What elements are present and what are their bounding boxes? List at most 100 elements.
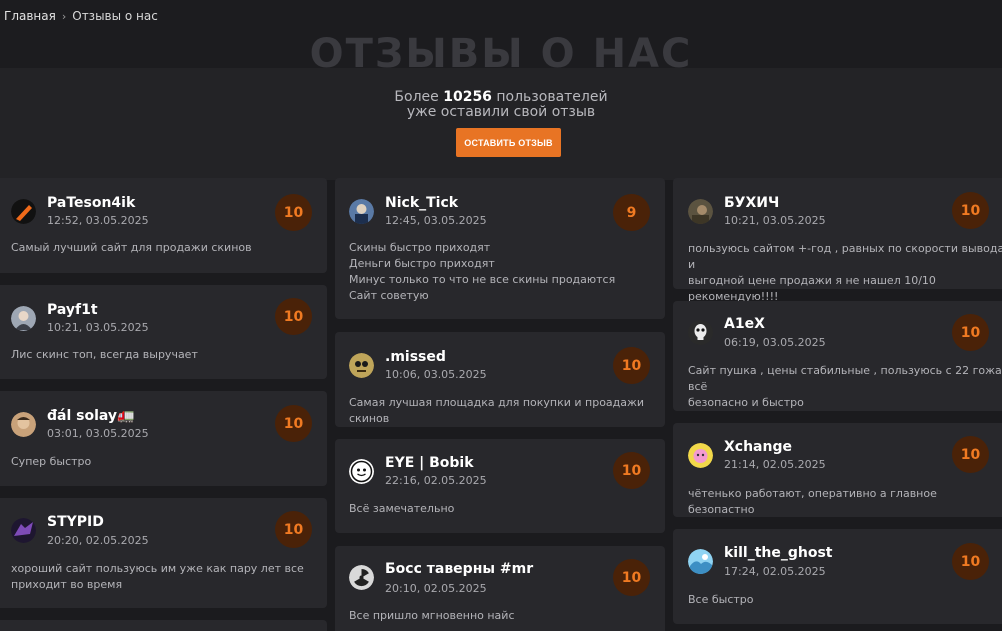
reviewer-name[interactable]: STYPID — [47, 514, 104, 530]
person-avatar-icon — [11, 306, 36, 331]
white-ghost-avatar-icon — [349, 459, 374, 484]
review-text-line: Супер быстро — [11, 455, 92, 468]
review-text: Супер быстро — [11, 454, 91, 470]
review-date: 20:20, 02.05.2025 — [47, 534, 149, 547]
chevron-right-icon: › — [61, 9, 67, 23]
rating-badge: 10 — [275, 298, 312, 335]
review-text: чётенько работают, оперативно а главное … — [688, 486, 1002, 518]
reviewer-name[interactable]: đál solay🚛 — [47, 408, 134, 424]
summary-line2: уже оставили свой отзыв — [406, 104, 596, 120]
soldier-avatar-icon — [688, 199, 713, 224]
review-card — [0, 620, 327, 631]
review-card: Xchange 21:14, 02.05.2025 10 чётенько ра… — [673, 423, 1002, 517]
review-text-line: Все пришло мгновенно найс — [349, 609, 515, 622]
review-text-line: хороший сайт пользуюсь им уже как пару л… — [11, 562, 304, 575]
reviewer-name[interactable]: Nick_Tick — [385, 195, 458, 211]
review-text-line: Минус только то что не все скины продают… — [349, 273, 616, 286]
reviewer-name[interactable]: PaTeson4ik — [47, 195, 135, 211]
breadcrumb: Главная › Отзывы о нас — [4, 9, 158, 23]
rating-badge: 10 — [613, 452, 650, 489]
review-text: Все пришло мгновенно найс — [349, 608, 515, 624]
review-card: Nick_Tick 12:45, 03.05.2025 9 Скины быст… — [335, 178, 665, 319]
review-date: 10:06, 03.05.2025 — [385, 368, 487, 381]
hero-panel: Более 10256 пользователей уже оставили с… — [0, 68, 1002, 180]
review-text-line: Скины быстро приходят — [349, 241, 491, 254]
review-card: PaTeson4ik 12:52, 03.05.2025 10 Самый лу… — [0, 178, 327, 273]
review-text: Скины быстро приходят Деньги быстро прих… — [349, 240, 615, 304]
review-date: 20:10, 02.05.2025 — [385, 582, 487, 595]
review-text-line: Самая лучшая площадка для покупки и проа… — [349, 396, 645, 425]
review-date: 21:14, 02.05.2025 — [724, 458, 826, 471]
review-date: 06:19, 03.05.2025 — [724, 336, 826, 349]
page-title: ОТЗЫВЫ О НАС — [309, 31, 693, 77]
review-date: 22:16, 02.05.2025 — [385, 474, 487, 487]
rating-badge: 10 — [952, 314, 989, 351]
review-text: Всё замечательно — [349, 501, 454, 517]
review-text-line: приходит во время — [11, 578, 123, 591]
leave-review-button[interactable]: ОСТАВИТЬ ОТЗЫВ — [456, 128, 561, 157]
review-card: Payf1t 10:21, 03.05.2025 10 Лис скинс то… — [0, 285, 327, 379]
rating-badge: 10 — [275, 194, 312, 231]
review-card: STYPID 20:20, 02.05.2025 10 хороший сайт… — [0, 498, 327, 608]
reviewer-name[interactable]: Payf1t — [47, 302, 98, 318]
review-card: БУХИЧ 10:21, 03.05.2025 10 пользуюсь сай… — [673, 178, 1002, 303]
review-card: .missed 10:06, 03.05.2025 10 Самая лучша… — [335, 332, 665, 427]
review-text: пользуюсь сайтом +-год , равных по скоро… — [688, 241, 1002, 305]
reviewer-name[interactable]: A1eX — [724, 316, 765, 332]
review-text: хороший сайт пользуюсь им уже как пару л… — [11, 561, 304, 593]
review-date: 17:24, 02.05.2025 — [724, 565, 826, 578]
blue-landscape-avatar-icon — [688, 549, 713, 574]
review-text-line: пользуюсь сайтом +-год , равных по скоро… — [688, 242, 1002, 271]
summary-prefix: Более — [394, 89, 444, 105]
breadcrumb-current: Отзывы о нас — [72, 9, 158, 23]
review-text-line: Лис скинс топ, всегда выручает — [11, 348, 198, 361]
review-text: Сайт пушка , цены стабильные , пользуюсь… — [688, 363, 1002, 411]
review-text: Все быстро — [688, 592, 754, 608]
review-card: EYE | Bobik 22:16, 02.05.2025 10 Всё зам… — [335, 439, 665, 533]
summary-count: 10256 — [443, 89, 492, 105]
rating-badge: 9 — [613, 194, 650, 231]
pink-character-avatar-icon — [688, 443, 713, 468]
rating-badge: 10 — [952, 436, 989, 473]
face-avatar-icon — [11, 412, 36, 437]
reviewer-name[interactable]: Xchange — [724, 439, 792, 455]
review-text: Самая лучшая площадка для покупки и проа… — [349, 395, 665, 427]
review-date: 10:21, 03.05.2025 — [724, 214, 826, 227]
review-text: Лис скинс топ, всегда выручает — [11, 347, 198, 363]
rating-badge: 10 — [613, 559, 650, 596]
reviewer-name[interactable]: Босс таверны #mr — [385, 561, 533, 577]
rating-badge: 10 — [952, 192, 989, 229]
blue-figure-avatar-icon — [349, 199, 374, 224]
breadcrumb-home-link[interactable]: Главная — [4, 9, 56, 23]
review-card: Босс таверны #mr 20:10, 02.05.2025 10 Вс… — [335, 546, 665, 631]
review-text-line: Сайт пушка , цены стабильные , пользуюсь… — [688, 364, 1002, 393]
reviewer-name[interactable]: kill_the_ghost — [724, 545, 833, 561]
rating-badge: 10 — [275, 405, 312, 442]
review-text-line: чётенько работают, оперативно а главное … — [688, 487, 937, 516]
review-text-line: Самый лучший сайт для продажи скинов — [11, 241, 252, 254]
review-text: Самый лучший сайт для продажи скинов — [11, 240, 252, 256]
orange-stripe-avatar-icon — [11, 199, 36, 224]
rating-badge: 10 — [275, 511, 312, 548]
reviewer-name[interactable]: EYE | Bobik — [385, 455, 474, 471]
review-card: kill_the_ghost 17:24, 02.05.2025 10 Все … — [673, 529, 1002, 624]
review-text-line: Всё замечательно — [349, 502, 455, 515]
review-text-line: безопасно и быстро — [688, 396, 804, 409]
reviewer-name[interactable]: .missed — [385, 349, 446, 365]
yellow-creature-avatar-icon — [349, 353, 374, 378]
review-date: 12:45, 03.05.2025 — [385, 214, 487, 227]
review-text-line: Деньги быстро приходят — [349, 257, 495, 270]
rating-badge: 10 — [952, 543, 989, 580]
review-date: 10:21, 03.05.2025 — [47, 321, 149, 334]
skull-avatar-icon — [688, 320, 713, 345]
purple-creature-avatar-icon — [11, 518, 36, 543]
review-date: 03:01, 03.05.2025 — [47, 427, 149, 440]
review-card: đál solay🚛 03:01, 03.05.2025 10 Супер бы… — [0, 391, 327, 486]
summary-suffix: пользователей — [491, 89, 608, 105]
review-card: A1eX 06:19, 03.05.2025 10 Сайт пушка , ц… — [673, 301, 1002, 411]
reviews-summary: Более 10256 пользователей уже оставили с… — [0, 90, 1002, 120]
review-text-line: Все быстро — [688, 593, 754, 606]
radiation-avatar-icon — [349, 565, 374, 590]
review-date: 12:52, 03.05.2025 — [47, 214, 149, 227]
reviewer-name[interactable]: БУХИЧ — [724, 195, 779, 211]
